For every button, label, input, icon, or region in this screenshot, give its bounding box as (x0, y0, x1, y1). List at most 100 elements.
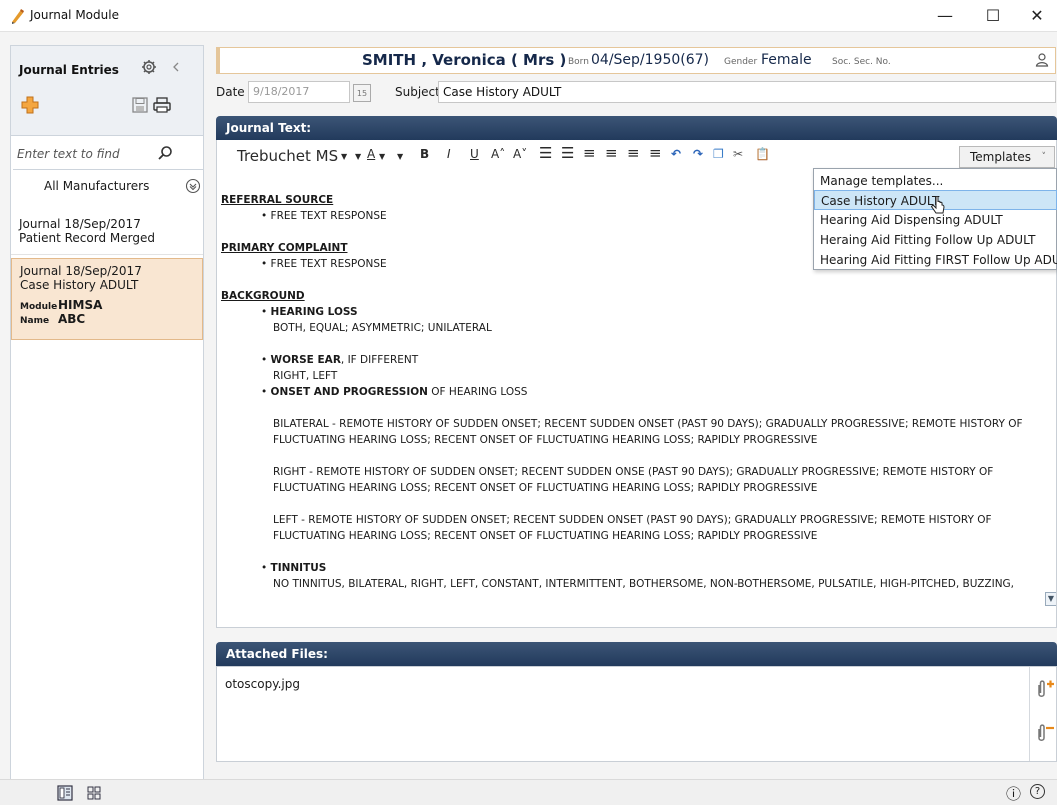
patient-header: SMITH , Veronica ( Mrs ) Born 04/Sep/195… (216, 47, 1056, 74)
entry-subject: Patient Record Merged (19, 231, 155, 245)
onset-item: • ONSET AND PROGRESSION OF HEARING LOSS (261, 386, 528, 398)
journal-text-header: Journal Text: (216, 116, 1057, 140)
gender-label: Gender (724, 57, 758, 67)
paste-icon[interactable]: 📋 (755, 147, 770, 161)
divider (1029, 667, 1030, 761)
font-name-select[interactable]: Trebuchet MS (237, 147, 338, 165)
cut-icon[interactable]: ✂ (733, 147, 743, 161)
justify-icon[interactable]: ≡ (649, 144, 662, 162)
journal-entries-panel: Journal Entries Enter text to find All M… (10, 45, 204, 780)
list-view-icon[interactable] (57, 785, 73, 801)
module-value: HIMSA (58, 298, 103, 312)
hearing-loss-options: BOTH, EQUAL; ASYMMETRIC; UNILATERAL (273, 322, 492, 334)
mouse-cursor-icon (930, 196, 945, 214)
user-icon[interactable] (1035, 53, 1049, 67)
subject-label: Subject (395, 85, 440, 99)
copy-icon[interactable]: ❐ (713, 147, 724, 161)
journal-entry-item-selected[interactable]: Journal 18/Sep/2017 Case History ADULT M… (11, 258, 203, 340)
date-field[interactable]: 9/18/2017 (248, 81, 350, 103)
superscript-icon[interactable]: A˄ (491, 147, 505, 161)
journal-entry-item[interactable]: Journal 18/Sep/2017 Patient Record Merge… (11, 209, 203, 255)
entry-module-row: Module HIMSA (20, 298, 194, 312)
date-subject-row: Date 9/18/2017 15 Subject Case History A… (216, 81, 1056, 105)
print-icon[interactable] (153, 97, 171, 113)
ssn-label: Soc. Sec. No. (832, 57, 891, 67)
date-label: Date (216, 85, 245, 99)
highlight-dropdown-icon[interactable]: ▼ (397, 152, 403, 161)
redo-icon[interactable]: ↷ (693, 147, 703, 161)
italic-icon[interactable]: I (447, 147, 451, 161)
search-row: Enter text to find (11, 141, 203, 167)
numbered-list-icon[interactable]: ☰ (561, 144, 574, 162)
hearing-loss-item: • HEARING LOSS (261, 306, 358, 318)
align-left-icon[interactable]: ≡ (583, 144, 596, 162)
template-item-fitting-follow-up[interactable]: Heraing Aid Fitting Follow Up ADULT (814, 230, 1057, 250)
gender-value: Female (761, 52, 812, 68)
bullet-list-icon[interactable]: ☰ (539, 144, 552, 162)
entry-date: Journal 18/Sep/2017 (20, 264, 142, 278)
tinnitus-item: • TINNITUS (261, 562, 327, 574)
manufacturer-filter[interactable]: All Manufacturers (11, 176, 203, 196)
worse-ear-item: • WORSE EAR, IF DIFFERENT (261, 354, 419, 366)
gear-icon[interactable] (141, 59, 157, 75)
subscript-icon[interactable]: A˅ (513, 147, 527, 161)
name-value: ABC (58, 312, 86, 326)
attached-files-list: otoscopy.jpg (216, 666, 1057, 762)
template-item-manage[interactable]: Manage templates... (814, 171, 1057, 191)
save-icon[interactable] (132, 97, 148, 113)
bold-icon[interactable]: B (420, 147, 429, 161)
font-color-icon[interactable]: A (367, 147, 375, 161)
align-center-icon[interactable]: ≡ (605, 144, 618, 162)
undo-icon[interactable]: ↶ (671, 147, 681, 161)
minimize-button[interactable]: — (922, 0, 968, 32)
journal-module-icon (12, 9, 24, 24)
collapse-panel-icon[interactable] (171, 62, 181, 72)
attached-files-panel: Attached Files: otoscopy.jpg (216, 642, 1057, 762)
underline-icon[interactable]: U (470, 147, 479, 161)
born-value: 04/Sep/1950(67) (591, 52, 710, 68)
status-bar: ⓘ ? (0, 779, 1057, 805)
scroll-down-icon[interactable]: ▼ (1045, 592, 1056, 606)
add-entry-icon[interactable] (21, 96, 39, 114)
born-label: Born (568, 57, 589, 67)
manufacturer-label: All Manufacturers (44, 179, 150, 193)
grid-view-icon[interactable] (87, 786, 101, 800)
attached-files-header: Attached Files: (216, 642, 1057, 666)
entry-date: Journal 18/Sep/2017 (19, 217, 141, 231)
templates-button[interactable]: Templates ˅ (959, 146, 1055, 168)
search-icon[interactable] (157, 145, 173, 161)
tinnitus-options: NO TINNITUS, BILATERAL, RIGHT, LEFT, CON… (273, 578, 1015, 590)
window-title-bar: Journal Module — ☐ ✕ (0, 0, 1057, 32)
templates-menu: Manage templates... Case History ADULT H… (813, 168, 1057, 270)
attached-file-item[interactable]: otoscopy.jpg (225, 677, 300, 691)
size-dropdown-icon[interactable]: ▼ (355, 152, 361, 161)
close-button[interactable]: ✕ (1014, 0, 1057, 32)
chevron-down-circle-icon[interactable] (185, 178, 201, 194)
journal-entries-header: Journal Entries (11, 46, 203, 136)
entry-subject: Case History ADULT (20, 278, 139, 292)
font-dropdown-icon[interactable]: ▼ (341, 152, 347, 161)
add-attachment-icon[interactable] (1033, 679, 1055, 699)
template-item-first-follow-up[interactable]: Hearing Aid Fitting FIRST Follow Up ADUL… (814, 250, 1057, 270)
subject-field[interactable]: Case History ADULT (438, 81, 1056, 103)
right-paragraph: RIGHT - REMOTE HISTORY OF SUDDEN ONSET; … (273, 466, 994, 494)
color-dropdown-icon[interactable]: ▼ (379, 152, 385, 161)
background-heading: BACKGROUND (221, 290, 305, 302)
left-paragraph: LEFT - REMOTE HISTORY OF SUDDEN ONSET; R… (273, 514, 992, 542)
maximize-button[interactable]: ☐ (970, 0, 1016, 32)
journal-entries-title: Journal Entries (19, 63, 119, 77)
module-label: Module (20, 302, 58, 312)
patient-name: SMITH , Veronica ( Mrs ) (362, 51, 567, 69)
help-icon[interactable]: ? (1030, 784, 1045, 799)
search-input[interactable]: Enter text to find (13, 143, 153, 165)
chevron-down-icon: ˅ (1041, 152, 1047, 162)
bilateral-paragraph: BILATERAL - REMOTE HISTORY OF SUDDEN ONS… (273, 418, 1023, 446)
align-right-icon[interactable]: ≡ (627, 144, 640, 162)
entry-name-row: Name ABC (20, 312, 194, 326)
name-label: Name (20, 316, 50, 326)
calendar-icon[interactable]: 15 (353, 84, 371, 102)
templates-label: Templates (970, 150, 1032, 164)
remove-attachment-icon[interactable] (1033, 723, 1055, 743)
info-icon[interactable]: ⓘ (1006, 783, 1021, 804)
worse-ear-options: RIGHT, LEFT (273, 370, 338, 382)
